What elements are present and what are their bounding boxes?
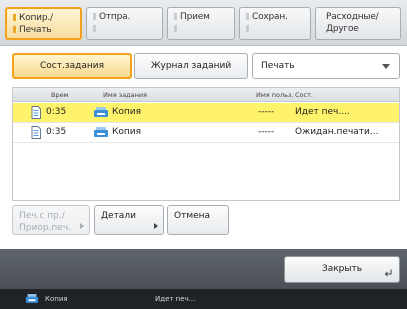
column-header-time: Врем bbox=[51, 91, 69, 99]
job-name: Копия bbox=[112, 127, 142, 137]
job-user: ----- bbox=[258, 107, 275, 117]
status-job-state: Идет печ... bbox=[155, 295, 196, 303]
job-status: Ожидан.печати... bbox=[295, 127, 379, 137]
job-list-header: Врем Имя задания Имя польз. Сост. bbox=[13, 88, 399, 102]
status-job-name: Копия bbox=[45, 295, 68, 303]
job-status-tab-button[interactable]: Сост.задания bbox=[12, 53, 132, 79]
document-icon bbox=[31, 126, 41, 139]
job-list: Врем Имя задания Имя польз. Сост. 0:35 К… bbox=[12, 87, 400, 201]
tab-store[interactable]: Сохран. bbox=[239, 7, 311, 40]
job-time: 0:35 bbox=[46, 107, 67, 117]
job-user: ----- bbox=[258, 127, 275, 137]
job-log-tab-button[interactable]: Журнал заданий bbox=[134, 53, 248, 79]
tab-indicator-icon bbox=[93, 13, 96, 20]
column-header-job-name: Имя задания bbox=[103, 91, 148, 99]
job-type-selected-value: Печать bbox=[261, 61, 295, 71]
column-header-status: Сост. bbox=[295, 91, 313, 99]
tab-indicator-icon bbox=[246, 13, 249, 20]
cancel-job-button[interactable]: Отмена bbox=[167, 205, 229, 235]
submenu-arrow-icon bbox=[154, 223, 158, 229]
tab-indicator-icon bbox=[13, 26, 16, 33]
row-divider bbox=[13, 142, 399, 143]
tab-indicator-icon bbox=[246, 25, 249, 32]
tab-indicator-icon bbox=[174, 13, 177, 20]
copier-icon bbox=[25, 294, 39, 303]
job-row[interactable]: 0:35 Копия ----- Идет печ.... bbox=[13, 103, 399, 122]
details-button[interactable]: Детали bbox=[94, 205, 164, 235]
tab-indicator-icon bbox=[93, 25, 96, 32]
job-row[interactable]: 0:35 Копия ----- Ожидан.печати... bbox=[13, 123, 399, 142]
chevron-down-icon bbox=[382, 64, 390, 69]
copier-icon bbox=[94, 127, 108, 137]
tab-copy-print[interactable]: Копир./ Печать bbox=[5, 7, 82, 40]
return-arrow-icon bbox=[384, 269, 392, 277]
status-bar: Копия Идет печ... bbox=[0, 289, 407, 309]
tab-indicator-icon bbox=[174, 25, 177, 32]
close-button[interactable]: Закрыть bbox=[284, 256, 400, 283]
column-header-user-name: Имя польз. bbox=[256, 91, 294, 99]
job-status: Идет печ.... bbox=[295, 107, 350, 117]
tab-consumables-other[interactable]: Расходные/ Другое bbox=[315, 7, 401, 40]
document-icon bbox=[31, 106, 41, 119]
copier-icon bbox=[94, 107, 108, 117]
tab-indicator-icon bbox=[13, 14, 16, 21]
print-next-priority-button[interactable]: Печ.с пр./ Приор.печ. bbox=[12, 205, 90, 235]
tab-receive[interactable]: Прием bbox=[167, 7, 235, 40]
job-type-dropdown[interactable]: Печать bbox=[252, 53, 400, 79]
job-time: 0:35 bbox=[46, 127, 67, 137]
tab-send[interactable]: Отпра. bbox=[86, 7, 163, 40]
submenu-arrow-icon bbox=[80, 223, 84, 229]
job-name: Копия bbox=[112, 107, 142, 117]
